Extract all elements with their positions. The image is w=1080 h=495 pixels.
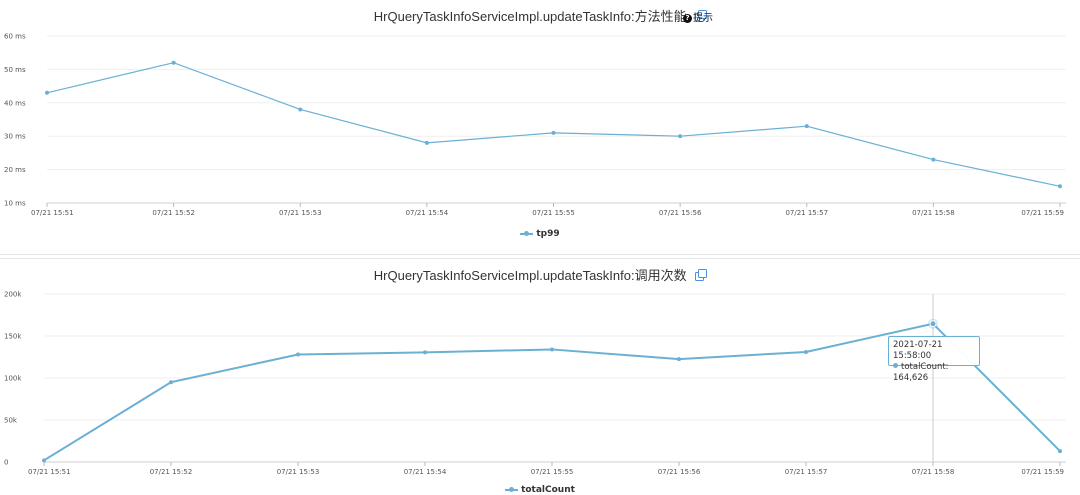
- data-point: [1058, 449, 1062, 454]
- x-tick-label: 07/21 15:55: [531, 468, 574, 476]
- tooltip-series-dot: [893, 363, 898, 368]
- y-tick-label: 200k: [4, 291, 22, 299]
- x-tick-label: 07/21 15:51: [28, 468, 71, 476]
- y-tick-label: 100k: [4, 375, 22, 383]
- data-point: [677, 357, 681, 362]
- x-tick-label: 07/21 15:56: [658, 468, 701, 476]
- data-point: [804, 349, 808, 354]
- x-tick-label: 07/21 15:58: [912, 468, 955, 476]
- y-tick-label: 50k: [4, 417, 18, 425]
- data-point: [929, 320, 937, 328]
- tooltip-value: totalCount: 164,626: [893, 362, 949, 383]
- data-point: [423, 350, 427, 355]
- data-point: [42, 458, 46, 463]
- x-tick-label: 07/21 15:53: [277, 468, 320, 476]
- tooltip-time: 2021-07-21 15:58:00: [893, 340, 943, 361]
- x-tick-label: 07/21 15:52: [150, 468, 193, 476]
- y-tick-label: 0: [4, 459, 8, 467]
- data-point: [296, 352, 300, 357]
- y-tick-label: 150k: [4, 333, 22, 341]
- data-point: [169, 380, 173, 385]
- total-count-line-chart: 0 50k 100k 150k 200k 07/21 15:51 07/21 15:52 07…: [4, 291, 1066, 476]
- x-tick-label: 07/21 15:57: [785, 468, 828, 476]
- chart-tooltip: 2021-07-21 15:58:00 totalCount: 164,626: [888, 336, 980, 383]
- x-tick-label: 07/21 15:59: [1021, 468, 1064, 476]
- x-tick-label: 07/21 15:54: [404, 468, 447, 476]
- legend-line-marker: [505, 486, 519, 494]
- data-point: [550, 347, 554, 352]
